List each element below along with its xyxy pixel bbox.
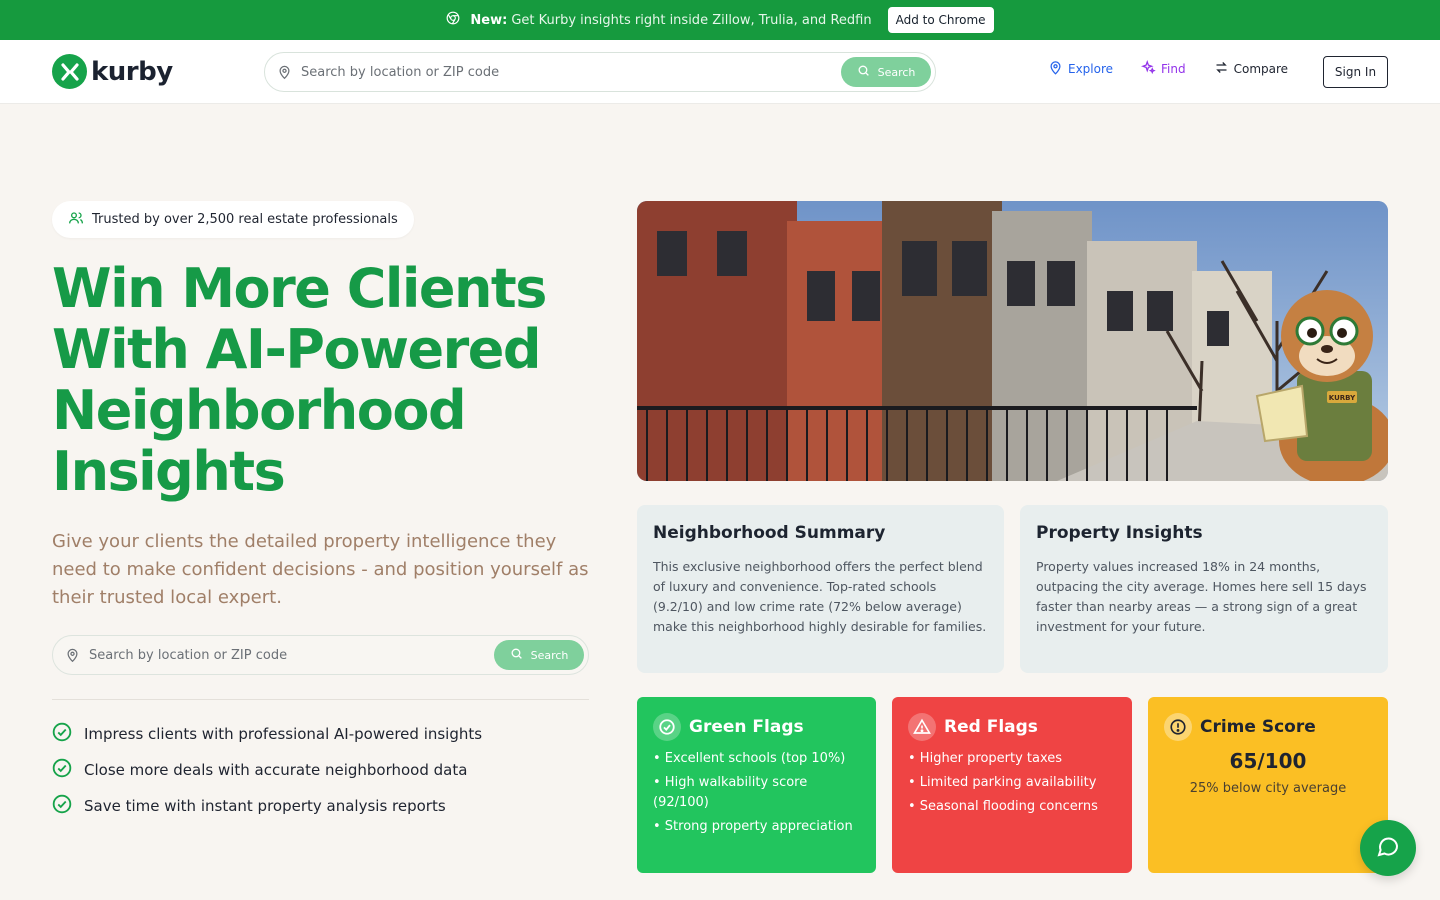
chat-bubble-icon	[1376, 834, 1400, 862]
kurby-logo-icon	[52, 54, 87, 89]
red-flags-card: Red Flags • Higher property taxes • Limi…	[892, 697, 1132, 873]
feature-item: Save time with instant property analysis…	[52, 788, 482, 824]
nav-find-label: Find	[1161, 62, 1186, 76]
neighborhood-summary-card: Neighborhood Summary This exclusive neig…	[637, 505, 1004, 673]
search-icon	[510, 647, 523, 663]
red-flag-item: • Seasonal flooding concerns	[908, 799, 1098, 814]
map-pin-icon	[1048, 60, 1063, 78]
navbar: kurby Search Explore Find	[0, 40, 1440, 104]
hero-search-button[interactable]: Search	[494, 640, 584, 670]
kurby-logo[interactable]: kurby	[52, 54, 173, 89]
check-circle-icon	[52, 722, 72, 746]
red-flags-title: Red Flags	[944, 717, 1038, 737]
green-flag-item: • Strong property appreciation	[653, 819, 853, 834]
trust-badge: Trusted by over 2,500 real estate profes…	[52, 201, 414, 238]
neighborhood-photo: KURBY	[637, 201, 1388, 481]
neighborhood-summary-title: Neighborhood Summary	[653, 523, 886, 543]
hero-headline: Win More Clients With AI-Powered Neighbo…	[52, 257, 547, 503]
hero-search-input[interactable]	[89, 644, 489, 666]
divider	[52, 699, 589, 700]
promo-banner: New: Get Kurby insights right inside Zil…	[0, 0, 1440, 40]
property-insights-body: Property values increased 18% in 24 mont…	[1036, 559, 1367, 634]
property-insights-card: Property Insights Property values increa…	[1020, 505, 1388, 673]
nav-search-bar: Search	[264, 52, 936, 92]
trust-badge-text: Trusted by over 2,500 real estate profes…	[92, 212, 398, 227]
chrome-icon	[446, 11, 460, 29]
feature-item: Impress clients with professional AI-pow…	[52, 716, 482, 752]
arrows-swap-icon	[1214, 60, 1229, 78]
red-flag-item: • Limited parking availability	[908, 775, 1097, 790]
alert-circle-icon	[1164, 713, 1192, 741]
green-flags-card: Green Flags • Excellent schools (top 10%…	[637, 697, 876, 873]
nav-search-button[interactable]: Search	[841, 57, 931, 87]
nav-search-button-label: Search	[877, 65, 916, 79]
nav-explore-link[interactable]: Explore	[1048, 60, 1113, 78]
nav-links: Explore Find Compare	[1048, 59, 1288, 78]
banner-message: Get Kurby insights right inside Zillow, …	[511, 12, 872, 28]
add-to-chrome-button[interactable]: Add to Chrome	[887, 7, 994, 33]
green-flag-item: • High walkability score (92/100)	[653, 775, 808, 810]
crime-score-value: 65/100	[1229, 749, 1307, 773]
green-flag-item: • Excellent schools (top 10%)	[653, 751, 846, 766]
location-pin-icon	[277, 64, 292, 84]
crime-score-title: Crime Score	[1200, 717, 1316, 737]
users-icon	[68, 210, 84, 230]
check-circle-icon	[52, 794, 72, 818]
feature-text: Close more deals with accurate neighborh…	[84, 761, 468, 779]
hero-search-bar: Search	[52, 635, 589, 675]
sparkles-icon	[1140, 59, 1156, 78]
nav-compare-link[interactable]: Compare	[1214, 60, 1288, 78]
feature-list: Impress clients with professional AI-pow…	[52, 716, 482, 824]
warning-triangle-icon	[908, 713, 936, 741]
logo-text: kurby	[91, 56, 173, 87]
chat-button[interactable]	[1360, 820, 1416, 876]
check-circle-icon	[653, 713, 681, 741]
location-pin-icon	[65, 647, 80, 667]
crime-score-card: Crime Score 65/100 25% below city averag…	[1148, 697, 1388, 873]
hero-search-button-label: Search	[530, 648, 569, 662]
check-circle-icon	[52, 758, 72, 782]
nav-search-input[interactable]	[301, 61, 821, 83]
feature-text: Save time with instant property analysis…	[84, 797, 446, 815]
search-icon	[857, 64, 870, 80]
feature-item: Close more deals with accurate neighborh…	[52, 752, 482, 788]
sign-in-button[interactable]: Sign In	[1323, 56, 1388, 88]
crime-score-note: 25% below city average	[1189, 781, 1347, 796]
property-insights-title: Property Insights	[1036, 523, 1203, 543]
red-flag-item: • Higher property taxes	[908, 751, 1063, 766]
nav-find-link[interactable]: Find	[1140, 59, 1186, 78]
neighborhood-summary-body: This exclusive neighborhood offers the p…	[653, 559, 987, 634]
nav-explore-label: Explore	[1068, 62, 1114, 76]
mascot-badge-text: KURBY	[1329, 394, 1356, 402]
hero-subheadline: Give your clients the detailed property …	[52, 531, 589, 608]
green-flags-title: Green Flags	[689, 717, 804, 737]
nav-compare-label: Compare	[1233, 62, 1289, 76]
banner-new-label: New:	[470, 12, 508, 28]
feature-text: Impress clients with professional AI-pow…	[84, 725, 483, 743]
